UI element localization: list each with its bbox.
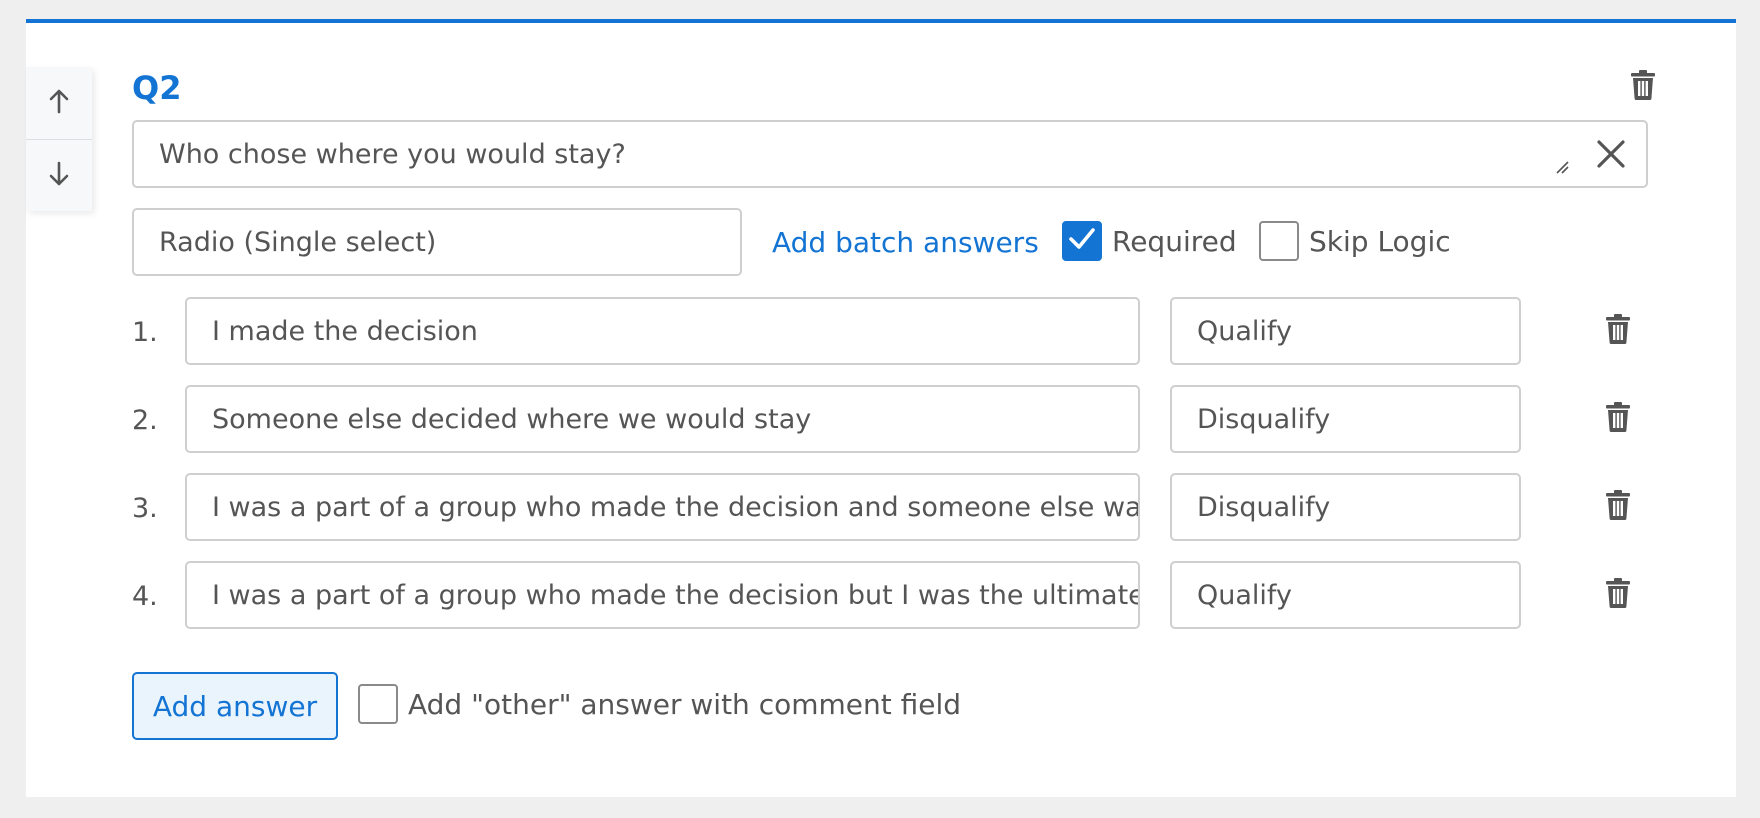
add-answer-button[interactable]: Add answer bbox=[132, 672, 338, 740]
required-checkbox[interactable]: Required bbox=[1062, 221, 1237, 261]
question-type-value: Radio (Single select) bbox=[159, 226, 437, 258]
checkmark-icon bbox=[1068, 227, 1096, 255]
arrow-up-icon bbox=[48, 88, 70, 118]
delete-question-button[interactable] bbox=[1626, 69, 1660, 105]
skip-logic-checkbox-box[interactable] bbox=[1259, 221, 1299, 261]
answer-number: 3. bbox=[132, 493, 158, 524]
trash-icon bbox=[1605, 490, 1631, 524]
delete-answer-button[interactable] bbox=[1601, 401, 1635, 437]
answer-outcome-value: Qualify bbox=[1197, 315, 1292, 347]
reorder-controls bbox=[26, 67, 92, 211]
question-label: Q2 bbox=[132, 69, 182, 107]
skip-logic-checkbox[interactable]: Skip Logic bbox=[1259, 221, 1451, 261]
answer-text-input[interactable]: I was a part of a group who made the dec… bbox=[185, 473, 1140, 541]
arrow-down-icon bbox=[48, 161, 70, 191]
required-checkbox-box[interactable] bbox=[1062, 221, 1102, 261]
skip-logic-label: Skip Logic bbox=[1309, 224, 1451, 258]
question-type-select[interactable]: Radio (Single select) bbox=[132, 208, 742, 276]
delete-answer-button[interactable] bbox=[1601, 489, 1635, 525]
trash-icon bbox=[1605, 314, 1631, 348]
trash-icon bbox=[1605, 578, 1631, 612]
question-text-value: Who chose where you would stay? bbox=[159, 138, 626, 170]
delete-answer-button[interactable] bbox=[1601, 313, 1635, 349]
question-text-input[interactable]: Who chose where you would stay? bbox=[132, 120, 1648, 188]
move-down-button[interactable] bbox=[26, 139, 92, 211]
question-card: Q2 Who chose where you would stay? Radio… bbox=[26, 19, 1736, 797]
move-up-button[interactable] bbox=[26, 67, 92, 139]
answer-outcome-select[interactable]: Qualify bbox=[1170, 561, 1521, 629]
answer-outcome-value: Disqualify bbox=[1197, 491, 1331, 523]
other-answer-label: Add "other" answer with comment field bbox=[408, 687, 962, 721]
answer-text-value: I made the decision bbox=[212, 315, 478, 347]
required-label: Required bbox=[1112, 224, 1237, 258]
answer-number: 2. bbox=[132, 405, 158, 436]
close-icon[interactable] bbox=[1596, 139, 1626, 176]
answer-outcome-value: Disqualify bbox=[1197, 403, 1331, 435]
answer-outcome-select[interactable]: Disqualify bbox=[1170, 385, 1521, 453]
add-batch-answers-link[interactable]: Add batch answers bbox=[772, 226, 1039, 259]
answer-text-input[interactable]: Someone else decided where we would stay bbox=[185, 385, 1140, 453]
resize-handle-icon[interactable] bbox=[1554, 151, 1570, 182]
answer-outcome-value: Qualify bbox=[1197, 579, 1292, 611]
trash-icon bbox=[1605, 402, 1631, 436]
delete-answer-button[interactable] bbox=[1601, 577, 1635, 613]
answer-outcome-select[interactable]: Disqualify bbox=[1170, 473, 1521, 541]
answer-text-value: Someone else decided where we would stay bbox=[212, 403, 812, 435]
answer-text-value: I was a part of a group who made the dec… bbox=[212, 491, 1138, 523]
answer-number: 4. bbox=[132, 581, 158, 612]
trash-icon bbox=[1630, 70, 1656, 104]
other-answer-checkbox-box[interactable] bbox=[358, 684, 398, 724]
answer-text-input[interactable]: I made the decision bbox=[185, 297, 1140, 365]
answer-outcome-select[interactable]: Qualify bbox=[1170, 297, 1521, 365]
answer-number: 1. bbox=[132, 317, 158, 348]
answer-text-input[interactable]: I was a part of a group who made the dec… bbox=[185, 561, 1140, 629]
other-answer-checkbox[interactable]: Add "other" answer with comment field bbox=[358, 684, 961, 724]
answer-text-value: I was a part of a group who made the dec… bbox=[212, 579, 1138, 611]
